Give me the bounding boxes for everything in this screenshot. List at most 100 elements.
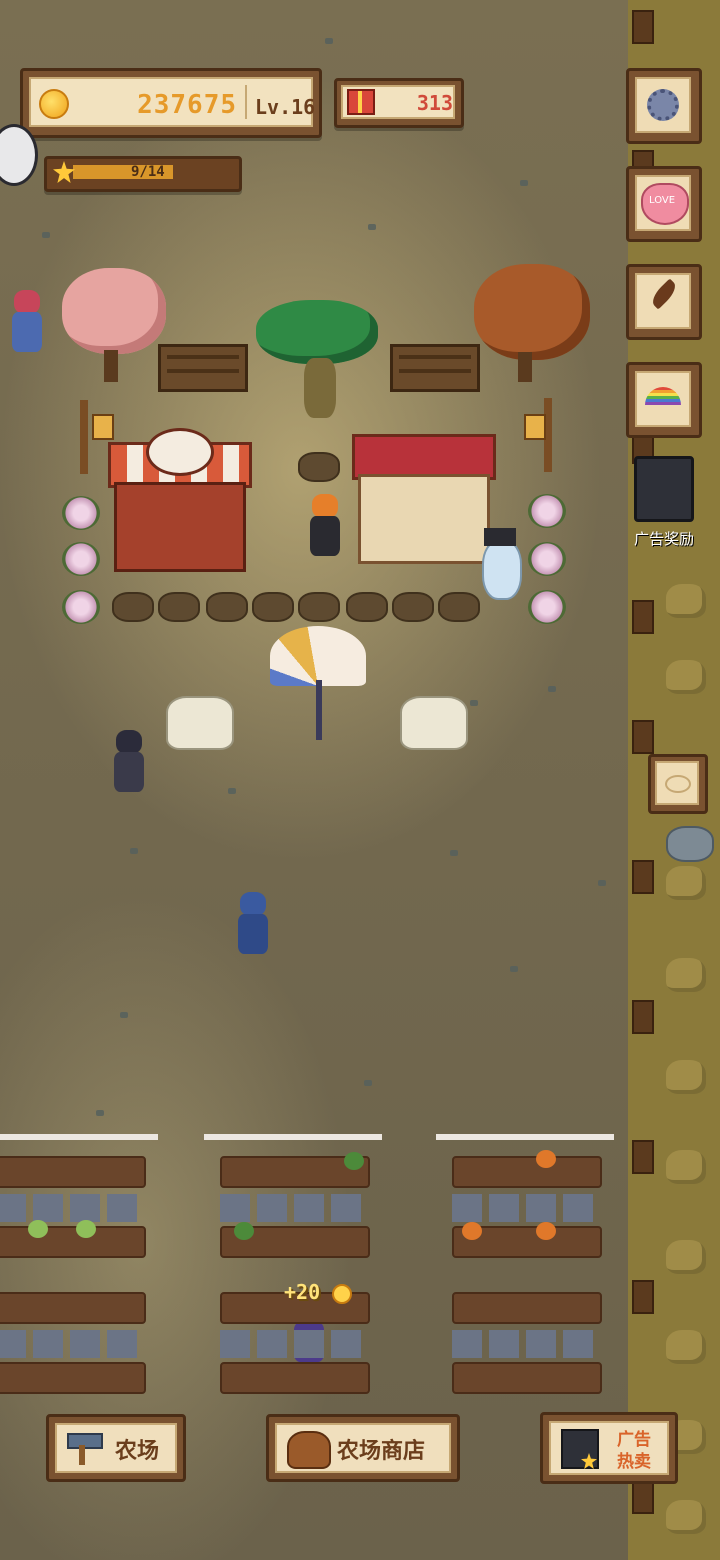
tile-row	[220, 1330, 366, 1358]
pumpkin-crop[interactable]	[536, 1150, 556, 1168]
tile-row	[0, 1330, 142, 1358]
farm-label: 农场	[115, 1439, 160, 1464]
bench[interactable]	[390, 344, 480, 392]
rainbow-button[interactable]	[626, 362, 702, 438]
love-button[interactable]: LOVE	[626, 166, 702, 242]
lamp-light	[524, 414, 546, 440]
flower-bush	[62, 496, 100, 530]
ad-sale-button[interactable]: 广告 热卖	[540, 1412, 678, 1484]
dessert-stall[interactable]	[352, 420, 496, 564]
farm-shop-button[interactable]: 农场商店	[266, 1414, 460, 1482]
cabbage-crop[interactable]	[76, 1220, 96, 1238]
hotdog-stall[interactable]	[108, 428, 252, 572]
soil-row	[452, 1292, 602, 1324]
pebble	[42, 232, 50, 238]
player-head	[240, 892, 266, 916]
beach-umbrella[interactable]	[270, 626, 366, 686]
pumpkin-crop[interactable]	[462, 1222, 482, 1240]
snowman-hat	[484, 528, 516, 546]
game-scene[interactable]: +20	[0, 0, 720, 1560]
tile-row	[220, 1194, 366, 1222]
sausage-sign-icon	[146, 428, 214, 476]
umbrella-pole	[316, 680, 322, 740]
fence-post	[632, 10, 654, 44]
settings-inner	[635, 77, 691, 133]
flower-bush	[528, 542, 566, 576]
hammer-handle-icon	[79, 1445, 85, 1465]
pebble	[130, 848, 138, 854]
pebble	[96, 1110, 104, 1116]
bush	[666, 866, 706, 900]
stool	[112, 592, 154, 622]
pumpkin-crop[interactable]	[536, 1222, 556, 1240]
visibility-button[interactable]	[648, 754, 708, 814]
bush	[666, 1060, 706, 1094]
player-level: Lv.16	[255, 95, 316, 119]
coin-count: 237675	[137, 90, 237, 120]
soil-row	[0, 1292, 146, 1324]
palm-tree[interactable]	[256, 300, 378, 364]
shop-bag-icon	[287, 1431, 331, 1469]
fence-rail	[204, 1134, 382, 1140]
gift-panel[interactable]: 313	[334, 78, 464, 128]
ad-reward-label: 广告奖励	[633, 530, 694, 548]
player-character[interactable]	[234, 892, 272, 958]
fence-post	[632, 600, 654, 634]
soil-row	[0, 1226, 146, 1258]
ad-reward-button[interactable]: 广告奖励	[630, 452, 696, 548]
crop-field-center[interactable]	[204, 1120, 382, 1420]
carousel-llama[interactable]	[400, 696, 468, 750]
flower-bush	[528, 494, 566, 528]
fence-post	[632, 1000, 654, 1034]
eye-icon	[665, 775, 691, 793]
soil-row	[452, 1156, 602, 1188]
npc-body	[12, 312, 42, 352]
pebble	[520, 180, 528, 186]
melon-crop[interactable]	[234, 1222, 254, 1240]
pebble	[510, 966, 518, 972]
fence-post	[632, 720, 654, 754]
villager-npc[interactable]	[110, 730, 148, 796]
sun-coin-icon	[332, 1283, 353, 1304]
snowman[interactable]	[482, 540, 522, 600]
rainbow-inner	[635, 371, 691, 427]
coin-gain-value: +20	[284, 1280, 321, 1304]
rainbow-icon	[645, 387, 681, 405]
coin-gain-text: +20	[284, 1280, 353, 1304]
stool	[346, 592, 388, 622]
pebble	[228, 788, 236, 794]
feather-button[interactable]	[626, 264, 702, 340]
crop-field-right[interactable]	[436, 1120, 614, 1420]
bush	[666, 1240, 706, 1274]
sun-coin-icon	[39, 89, 69, 119]
tree-trunk	[518, 352, 532, 382]
tree-trunk	[104, 350, 118, 382]
soil-row	[452, 1362, 602, 1394]
cherry-blossom-tree[interactable]	[62, 268, 166, 354]
visibility-inner	[655, 761, 699, 805]
bush	[666, 660, 706, 694]
settings-button[interactable]	[626, 68, 702, 144]
bush	[666, 958, 706, 992]
stacked-visitor-npc[interactable]	[8, 290, 46, 356]
star-progress-text: 9/14	[131, 164, 165, 180]
gift-box-icon	[347, 89, 375, 115]
love-heart-text: LOVE	[649, 195, 676, 206]
crop-field-left[interactable]	[0, 1120, 158, 1420]
tile-row	[452, 1194, 598, 1222]
cabbage-crop[interactable]	[28, 1220, 48, 1238]
bush	[666, 1330, 706, 1364]
flower-bush	[62, 542, 100, 576]
carousel-llama[interactable]	[166, 696, 234, 750]
melon-crop[interactable]	[344, 1152, 364, 1170]
stall-counter	[114, 482, 246, 572]
street-lamp	[80, 400, 88, 474]
farm-shop-label: 农场商店	[337, 1439, 426, 1464]
stool	[206, 592, 248, 622]
boulder	[666, 826, 714, 862]
player-body	[238, 914, 268, 954]
bench[interactable]	[158, 344, 248, 392]
farm-button[interactable]: 农场	[46, 1414, 186, 1482]
autumn-tree[interactable]	[474, 264, 590, 360]
vendor-npc[interactable]	[306, 494, 344, 560]
